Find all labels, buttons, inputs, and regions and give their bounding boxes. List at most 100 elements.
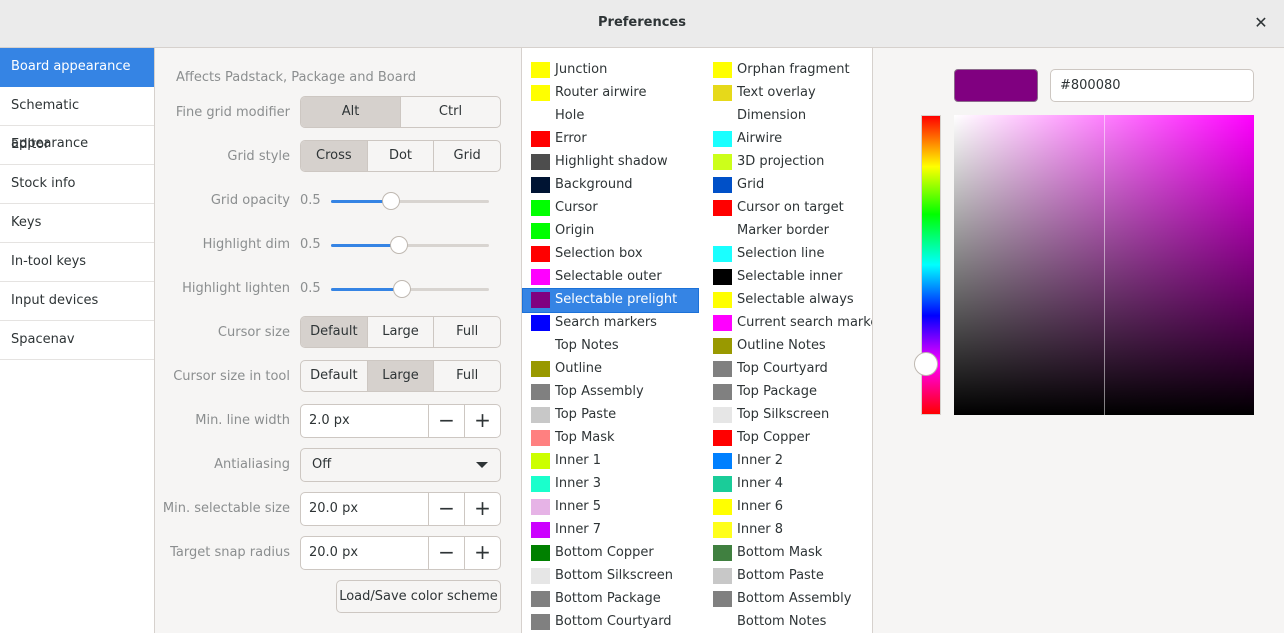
color-list-item[interactable]: Cursor on target bbox=[705, 197, 872, 220]
antialiasing-value: Off bbox=[312, 457, 332, 472]
color-list-item[interactable]: Text overlay bbox=[705, 82, 872, 105]
color-list-item[interactable]: Bottom Paste bbox=[705, 565, 872, 588]
color-list-item[interactable]: Inner 3 bbox=[523, 473, 698, 496]
sidebar-item[interactable]: Keys bbox=[0, 204, 154, 243]
toggle-option[interactable]: Large bbox=[368, 317, 435, 347]
color-list-item[interactable]: Selectable always bbox=[705, 289, 872, 312]
color-list-item[interactable]: Top Notes bbox=[523, 335, 698, 358]
color-list-item[interactable]: Highlight shadow bbox=[523, 151, 698, 174]
sidebar-item[interactable]: Spacenav bbox=[0, 321, 154, 360]
target-snap-radius-spinner: 20.0 px − + bbox=[300, 536, 501, 570]
slider-fill bbox=[331, 288, 403, 291]
slider-knob[interactable] bbox=[393, 280, 412, 298]
color-list-item[interactable]: Selectable outer bbox=[523, 266, 698, 289]
toggle-option[interactable]: Ctrl bbox=[401, 97, 500, 127]
color-list-item[interactable]: Bottom Silkscreen bbox=[523, 565, 698, 588]
toggle-option[interactable]: Full bbox=[434, 361, 500, 391]
color-list-item[interactable]: Marker border bbox=[705, 220, 872, 243]
sidebar-item[interactable]: Schematic appearance bbox=[0, 87, 154, 151]
saturation-value-plane[interactable] bbox=[954, 115, 1254, 415]
color-list-item[interactable]: Bottom Mask bbox=[705, 542, 872, 565]
close-icon[interactable]: ✕ bbox=[1250, 12, 1272, 34]
slider-knob[interactable] bbox=[389, 236, 408, 254]
color-list-item[interactable]: Top Package bbox=[705, 381, 872, 404]
decrease-button[interactable]: − bbox=[428, 493, 464, 525]
toggle-option[interactable]: Full bbox=[434, 317, 500, 347]
color-swatch bbox=[713, 568, 732, 584]
color-list-item[interactable]: Inner 5 bbox=[523, 496, 698, 519]
toggle-option[interactable]: Alt bbox=[301, 97, 401, 127]
color-list-item[interactable]: Bottom Notes bbox=[705, 611, 872, 633]
color-list-item[interactable]: Inner 8 bbox=[705, 519, 872, 542]
color-list-item[interactable]: Selection line bbox=[705, 243, 872, 266]
color-list-item[interactable]: Top Mask bbox=[523, 427, 698, 450]
hue-slider[interactable] bbox=[914, 115, 941, 415]
chevron-down-icon bbox=[476, 462, 488, 468]
toggle-option[interactable]: Default bbox=[301, 361, 368, 391]
hex-color-input[interactable]: #800080 bbox=[1050, 69, 1254, 102]
color-list-item[interactable]: Orphan fragment bbox=[705, 59, 872, 82]
toggle-option[interactable]: Large bbox=[367, 361, 435, 391]
color-list-item[interactable]: Grid bbox=[705, 174, 872, 197]
color-list-item[interactable]: Inner 4 bbox=[705, 473, 872, 496]
sidebar-item[interactable]: Stock info bbox=[0, 165, 154, 204]
color-list-item[interactable]: Selectable inner bbox=[705, 266, 872, 289]
slider-knob[interactable] bbox=[382, 192, 401, 210]
target-snap-radius-value[interactable]: 20.0 px bbox=[301, 537, 428, 569]
color-list-item[interactable]: Inner 2 bbox=[705, 450, 872, 473]
sidebar-item[interactable]: Board appearance bbox=[0, 48, 154, 87]
color-list-item[interactable]: Hole bbox=[523, 105, 698, 128]
color-list-item[interactable]: Outline Notes bbox=[705, 335, 872, 358]
hue-slider-handle[interactable] bbox=[914, 352, 938, 376]
color-list-item[interactable]: Bottom Package bbox=[523, 588, 698, 611]
color-list-item[interactable]: Background bbox=[523, 174, 698, 197]
color-list-item[interactable]: Inner 1 bbox=[523, 450, 698, 473]
color-list-item[interactable]: Top Courtyard bbox=[705, 358, 872, 381]
color-list-item[interactable]: Inner 6 bbox=[705, 496, 872, 519]
increase-button[interactable]: + bbox=[464, 405, 500, 437]
increase-button[interactable]: + bbox=[464, 537, 500, 569]
decrease-button[interactable]: − bbox=[428, 405, 464, 437]
color-list-item[interactable]: 3D projection bbox=[705, 151, 872, 174]
color-swatch bbox=[531, 430, 550, 446]
color-list-item[interactable]: Origin bbox=[523, 220, 698, 243]
toggle-option[interactable]: Dot bbox=[368, 141, 435, 171]
highlight-lighten-slider[interactable] bbox=[331, 279, 489, 299]
color-list-item[interactable]: Top Copper bbox=[705, 427, 872, 450]
color-list-item[interactable]: Junction bbox=[523, 59, 698, 82]
color-list-item[interactable]: Selection box bbox=[523, 243, 698, 266]
min-line-width-value[interactable]: 2.0 px bbox=[301, 405, 428, 437]
sidebar-item[interactable]: Input devices bbox=[0, 282, 154, 321]
color-list-item[interactable]: Search markers bbox=[523, 312, 698, 335]
antialiasing-dropdown[interactable]: Off bbox=[300, 448, 501, 482]
highlight-dim-slider[interactable] bbox=[331, 235, 489, 255]
increase-button[interactable]: + bbox=[464, 493, 500, 525]
color-list-item[interactable]: Bottom Courtyard bbox=[523, 611, 698, 633]
color-list-item[interactable]: Bottom Assembly bbox=[705, 588, 872, 611]
color-list-item[interactable]: Current search marker bbox=[705, 312, 872, 335]
load-save-color-scheme-button[interactable]: Load/Save color scheme bbox=[336, 580, 501, 613]
sidebar-item[interactable]: In-tool keys bbox=[0, 243, 154, 282]
decrease-button[interactable]: − bbox=[428, 537, 464, 569]
color-list-item[interactable]: Error bbox=[523, 128, 698, 151]
color-list-item[interactable]: Cursor bbox=[523, 197, 698, 220]
min-selectable-size-label: Min. selectable size bbox=[162, 501, 290, 516]
color-list-item[interactable]: Outline bbox=[523, 358, 698, 381]
color-list-item[interactable]: Airwire bbox=[705, 128, 872, 151]
toggle-option[interactable]: Cross bbox=[301, 141, 368, 171]
color-list-item[interactable]: Top Silkscreen bbox=[705, 404, 872, 427]
color-list-item[interactable]: Bottom Copper bbox=[523, 542, 698, 565]
toggle-option[interactable]: Default bbox=[301, 317, 368, 347]
color-list-item[interactable]: Top Assembly bbox=[523, 381, 698, 404]
color-list-item[interactable]: Inner 7 bbox=[523, 519, 698, 542]
color-list-item[interactable]: Top Paste bbox=[523, 404, 698, 427]
grid-opacity-slider[interactable] bbox=[331, 191, 489, 211]
color-list-item[interactable]: Router airwire bbox=[523, 82, 698, 105]
min-line-width-spinner: 2.0 px − + bbox=[300, 404, 501, 438]
min-selectable-size-value[interactable]: 20.0 px bbox=[301, 493, 428, 525]
color-item-label: Search markers bbox=[555, 315, 657, 330]
color-list-item[interactable]: Selectable prelight bbox=[522, 288, 699, 313]
color-swatch bbox=[531, 292, 550, 308]
toggle-option[interactable]: Grid bbox=[434, 141, 500, 171]
color-list-item[interactable]: Dimension bbox=[705, 105, 872, 128]
